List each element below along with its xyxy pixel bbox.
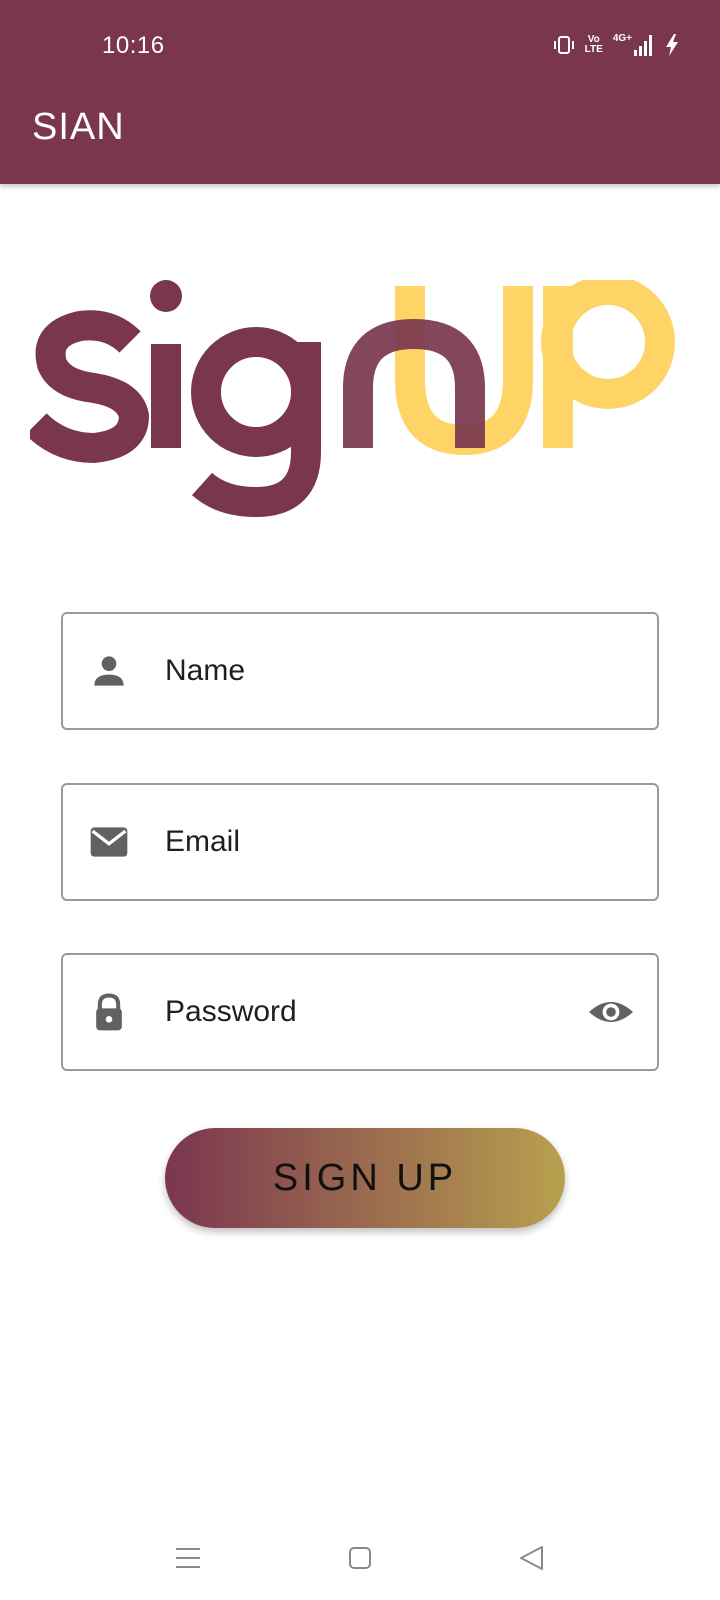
network-type-label: 4G+ <box>612 33 632 44</box>
signal-icon: 4G+ <box>613 34 654 56</box>
menu-icon[interactable] <box>170 1540 206 1576</box>
status-time: 10:16 <box>102 32 165 59</box>
name-field[interactable]: Name <box>61 612 659 730</box>
sign-up-button[interactable]: SIGN UP <box>165 1128 565 1228</box>
home-square-icon[interactable] <box>342 1540 378 1576</box>
email-placeholder: Email <box>165 825 241 858</box>
signup-logo <box>30 280 675 518</box>
password-field[interactable]: Password <box>61 953 659 1071</box>
password-placeholder: Password <box>165 995 297 1028</box>
name-placeholder: Name <box>165 654 246 687</box>
volte-icon: Vo LTE <box>585 35 603 55</box>
volte-bottom-label: LTE <box>584 44 603 55</box>
system-nav-bar <box>0 1510 720 1600</box>
person-icon <box>87 649 131 693</box>
charging-icon <box>664 34 680 56</box>
vibrate-icon <box>553 34 575 56</box>
mail-icon <box>87 820 131 864</box>
status-icons: Vo LTE 4G+ <box>553 34 680 56</box>
app-top-bar: 10:16 Vo LTE 4G+ SIAN <box>0 0 720 184</box>
eye-icon[interactable] <box>587 988 635 1036</box>
app-title: SIAN <box>32 106 125 148</box>
back-triangle-icon[interactable] <box>514 1540 550 1576</box>
email-field[interactable]: Email <box>61 783 659 901</box>
lock-icon <box>87 990 131 1034</box>
